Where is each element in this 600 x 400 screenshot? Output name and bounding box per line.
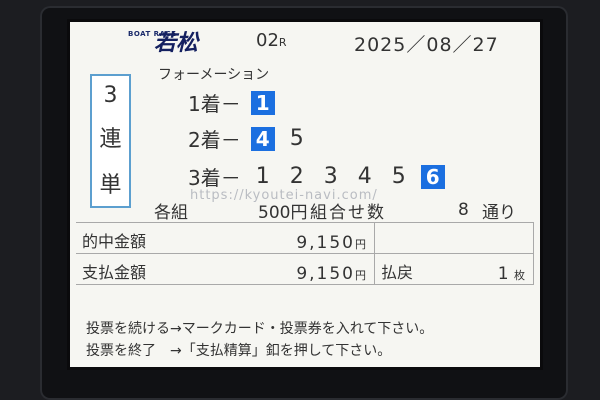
per-line-amount: 500円 <box>258 203 308 223</box>
first-place-selected: 1 <box>250 90 275 115</box>
first-place-label: 1着－ <box>188 92 241 116</box>
venue-name: 若松 <box>154 31 199 56</box>
pay-amount-value: 9,150円 <box>296 264 366 284</box>
third-place-label: 3着－ <box>188 166 241 190</box>
second-place-boat: 5 <box>289 126 304 151</box>
race-number: 02R <box>256 30 287 51</box>
bet-type-box: 3 連 単 <box>90 74 131 208</box>
third-place-boat: 2 <box>289 164 304 189</box>
third-place-row: 3着－ 1 2 3 4 5 6 <box>188 162 445 191</box>
hit-amount-number: 9,150 <box>296 233 355 253</box>
combo-label: 組合せ数 <box>310 203 386 223</box>
pay-amount-label: 支払金額 <box>82 263 147 282</box>
hit-amount-unit: 円 <box>355 238 366 251</box>
second-place-selected: 4 <box>250 126 275 151</box>
empty-cell <box>375 223 534 254</box>
hit-amount-label: 的中金額 <box>82 232 147 251</box>
pay-amount-unit: 円 <box>355 269 366 282</box>
refund-label: 払戻 <box>381 263 414 282</box>
third-place-boat: 1 <box>255 164 270 189</box>
third-place-boat: 5 <box>391 164 406 189</box>
pay-amount-number: 9,150 <box>296 264 355 284</box>
race-date: 2025／08／27 <box>354 34 499 56</box>
race-suffix: R <box>278 36 287 49</box>
pay-amount-cell: 支払金額 9,150円 <box>76 254 375 285</box>
refund-unit: 枚 <box>514 269 525 282</box>
refund-count: 1 <box>497 264 509 284</box>
per-line-label: 各組 <box>154 203 188 223</box>
refund-cell: 払戻 1 枚 <box>375 254 534 285</box>
refund-value: 1 枚 <box>498 264 525 284</box>
bet-type-char: 3 <box>103 82 118 108</box>
instruction-continue: 投票を続ける→マークカード・投票券を入れて下さい。 <box>86 321 434 337</box>
hit-amount-value: 9,150円 <box>296 233 366 253</box>
combo-count: 8 <box>458 200 469 220</box>
third-place-boat: 3 <box>323 164 338 189</box>
bet-type-char: 連 <box>99 127 122 153</box>
ticket-screen: BOAT RACE 若松 02R 2025／08／27 3 連 単 フォーメーシ… <box>70 22 540 367</box>
bet-method: フォーメーション <box>158 67 270 83</box>
summary-grid: 的中金額 9,150円 支払金額 9,150円 払戻 1 枚 <box>76 222 534 311</box>
third-place-selected: 6 <box>420 164 445 189</box>
race-number-value: 02 <box>256 30 279 51</box>
third-place-boat: 4 <box>357 164 372 189</box>
combo-unit: 通り <box>482 203 516 223</box>
first-place-row: 1着－ 1 <box>188 88 275 117</box>
instruction-finish: 投票を終了 →「支払精算」釦を押して下さい。 <box>86 343 392 359</box>
hit-amount-cell: 的中金額 9,150円 <box>76 223 375 254</box>
second-place-row: 2着－ 4 5 <box>188 124 309 153</box>
second-place-label: 2着－ <box>188 128 241 152</box>
bet-type-char: 単 <box>99 173 122 199</box>
